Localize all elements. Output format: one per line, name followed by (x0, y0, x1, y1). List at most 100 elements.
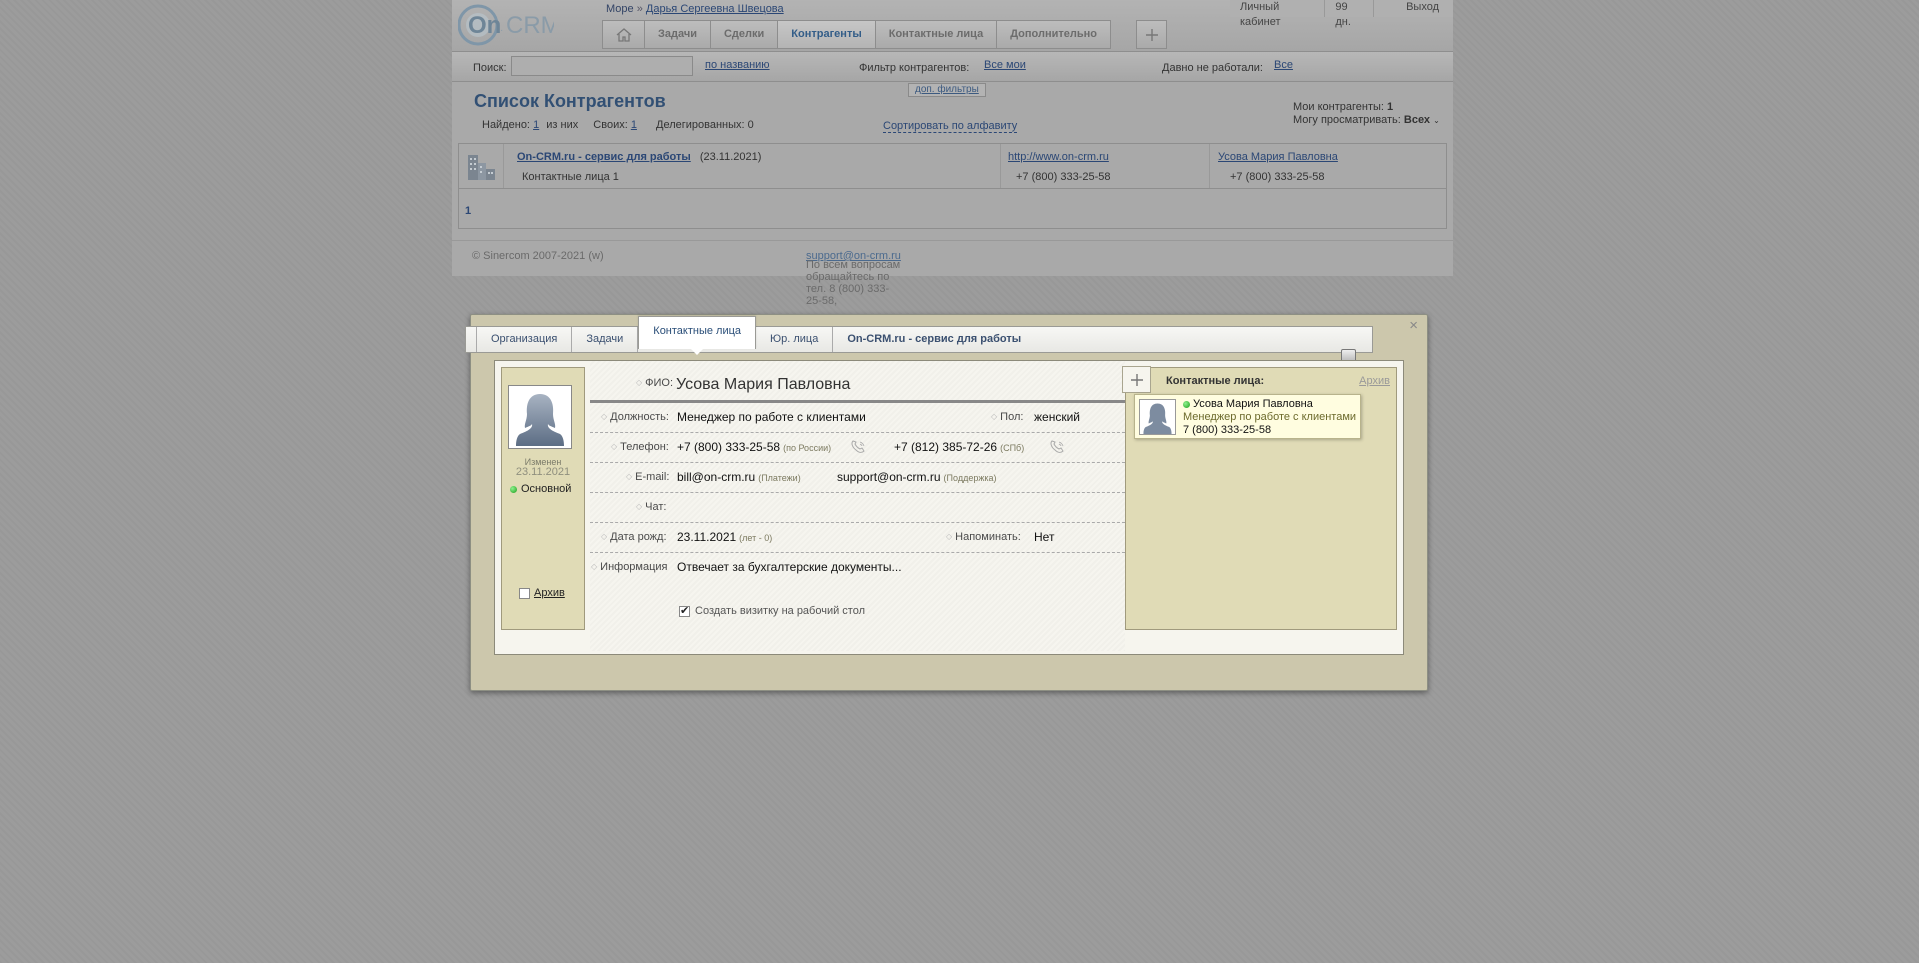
on-crm-logo[interactable]: On · CRM (458, 2, 554, 48)
extra-filters-button[interactable]: доп. фильтры (908, 83, 986, 97)
main-contact-badge: Основной (510, 483, 571, 495)
add-button[interactable] (1136, 20, 1167, 49)
contact-card-position: Менеджер по работе с клиентами (1183, 411, 1357, 423)
nav-deals[interactable]: Сделки (711, 21, 779, 48)
email-row: E-mail: bill@on-crm.ru(Платежи) support@… (590, 463, 1125, 493)
home-icon (616, 27, 631, 42)
tab-contacts[interactable]: Контактные лица (638, 316, 757, 355)
gender-field[interactable]: женский (1034, 410, 1080, 424)
list-title: Список Контрагентов (474, 91, 666, 111)
building-icon (468, 155, 495, 180)
top-right-menu: Личный кабинет 99 дн. Выход (1230, 0, 1453, 28)
counterpart-phone: +7 (800) 333-25-58 (1016, 171, 1111, 183)
avatar[interactable] (508, 385, 572, 449)
contact-card[interactable]: Усова Мария Павловна Менеджер по работе … (1134, 394, 1361, 439)
contacts-right-panel: Контактные лица: Архив Усова Мария Павло… (1122, 366, 1397, 630)
filter-label: Фильтр контрагентов: (859, 62, 970, 74)
phone-call-icon[interactable] (1049, 440, 1065, 454)
search-input[interactable] (511, 56, 693, 76)
chat-row: Чат: (590, 493, 1125, 523)
search-bar: Поиск: по названию Фильтр контрагентов: … (452, 51, 1453, 82)
nav-contacts[interactable]: Контактные лица (876, 21, 998, 48)
nav-additional[interactable]: Дополнительно (997, 21, 1110, 48)
online-dot-icon (510, 485, 517, 493)
remind-field[interactable]: Нет (1034, 530, 1054, 544)
logout-link[interactable]: Выход (1373, 0, 1453, 17)
list-stats: Найдено: 1 из них Своих: 1 Делегированны… (482, 119, 754, 131)
contacts-title: Контактные лица: (1166, 375, 1265, 387)
contact-card-name: Усова Мария Павловна (1193, 398, 1313, 410)
tab-legal-entities[interactable]: Юр. лица (756, 327, 834, 352)
search-label: Поиск: (473, 62, 507, 74)
table-row: On-CRM.ru - сервис для работы (23.11.202… (517, 151, 762, 163)
main-nav: Задачи Сделки Контрагенты Контактные лиц… (602, 20, 1111, 49)
crm-background-page: On · CRM Море » Дарья Сергеевна Швецова … (452, 0, 1453, 307)
contact-form: ФИО: Усова Мария Павловна Должность: Мен… (590, 361, 1125, 651)
svg-text:·: · (500, 25, 503, 36)
online-dot-icon (1183, 400, 1190, 408)
breadcrumb-user[interactable]: Дарья Сергеевна Швецова (646, 3, 784, 15)
position-field[interactable]: Менеджер по работе с клиентами (677, 410, 866, 424)
footer-contact: По всем вопросам обращайтесь по тел. 8 (… (806, 250, 901, 307)
pagination-page[interactable]: 1 (465, 205, 471, 217)
tab-tasks[interactable]: Задачи (572, 327, 639, 352)
personal-cabinet-link[interactable]: Личный кабинет (1230, 0, 1324, 28)
archive-checkbox[interactable]: Архив (519, 587, 565, 599)
nav-tasks[interactable]: Задачи (645, 21, 711, 48)
counterpart-manager-link[interactable]: Усова Мария Павловна (1218, 151, 1338, 163)
birth-field[interactable]: 23.11.2021 (лет - 0) (677, 530, 772, 544)
counterpart-name-link[interactable]: On-CRM.ru - сервис для работы (517, 151, 691, 163)
changed-date: 23.11.2021 (515, 466, 571, 478)
svg-text:On: On (468, 12, 501, 39)
counterpart-site-link[interactable]: http://www.on-crm.ru (1008, 151, 1109, 163)
my-stats: Мои контрагенты: 1 Могу просматривать: В… (1293, 101, 1440, 126)
modal-content: Изменен 23.11.2021 Основной Архив ФИО: У… (494, 360, 1404, 655)
contacts-archive-link[interactable]: Архив (1359, 375, 1390, 387)
tab-organization[interactable]: Организация (476, 327, 573, 352)
own-count[interactable]: 1 (631, 119, 637, 131)
copyright: © Sinercom 2007-2021 (w) (472, 250, 604, 262)
phone1-field[interactable]: +7 (800) 333-25-58 (по России) (677, 440, 831, 454)
plus-icon (1130, 373, 1143, 386)
email1-field[interactable]: bill@on-crm.ru (Платежи) (677, 470, 801, 484)
fio-field[interactable]: Усова Мария Павловна (676, 376, 850, 394)
position-row: Должность: Менеджер по работе с клиентам… (590, 403, 1125, 433)
counterpart-contacts[interactable]: Контактные лица 1 (522, 171, 619, 183)
nav-home[interactable] (603, 21, 645, 48)
person-silhouette-icon (516, 394, 564, 446)
phone-row: Телефон: +7 (800) 333-25-58(по России) +… (590, 433, 1125, 463)
inactive-value-link[interactable]: Все (1274, 59, 1293, 71)
contact-card-phone: 7 (800) 333-25-58 (1183, 424, 1272, 436)
info-field[interactable]: Отвечает за бухгалтерские документы... (677, 560, 902, 574)
create-card-checkbox[interactable]: Создать визитку на рабочий стол (679, 604, 865, 617)
search-by-link[interactable]: по названию (705, 59, 770, 71)
filter-value-link[interactable]: Все мои (984, 59, 1026, 71)
can-view-dropdown[interactable]: Всех (1404, 114, 1430, 126)
email2-field[interactable]: support@on-crm.ru (Поддержка) (837, 470, 997, 484)
footer: © Sinercom 2007-2021 (w) По всем вопроса… (452, 240, 1453, 307)
modal-org-name: On-CRM.ru - сервис для работы (847, 333, 1022, 345)
birth-row: Дата рожд: 23.11.2021(лет - 0) Напоминат… (590, 523, 1125, 553)
breadcrumb-root[interactable]: Море (606, 3, 634, 15)
contact-left-panel: Изменен 23.11.2021 Основной Архив (501, 367, 585, 630)
found-count[interactable]: 1 (533, 119, 539, 131)
svg-text:CRM: CRM (506, 12, 554, 39)
header-bar: On · CRM Море » Дарья Сергеевна Швецова … (452, 0, 1453, 51)
fio-label: ФИО: (636, 377, 673, 389)
phone2-field[interactable]: +7 (812) 385-72-26 (СПб) (894, 440, 1024, 454)
days-left-badge: 99 дн. (1324, 0, 1373, 28)
phone-call-icon[interactable] (850, 440, 866, 454)
nav-counterparts[interactable]: Контрагенты (778, 21, 876, 48)
plus-icon (1145, 28, 1158, 41)
avatar (1139, 399, 1176, 435)
breadcrumb: Море » Дарья Сергеевна Швецова (606, 3, 784, 15)
add-contact-button[interactable] (1122, 366, 1151, 393)
sort-alphabet-link[interactable]: Сортировать по алфавиту (883, 120, 1018, 133)
contact-modal: Организация Задачи Контактные лица Юр. л… (465, 314, 1428, 691)
close-icon[interactable]: × (1409, 318, 1418, 333)
manager-phone: +7 (800) 333-25-58 (1230, 171, 1325, 183)
counterparts-table: On-CRM.ru - сервис для работы (23.11.202… (458, 143, 1447, 229)
person-silhouette-icon (1143, 403, 1172, 434)
modal-tabs: Организация Задачи Контактные лица Юр. л… (465, 316, 1373, 355)
inactive-label: Давно не работали: (1162, 62, 1263, 74)
